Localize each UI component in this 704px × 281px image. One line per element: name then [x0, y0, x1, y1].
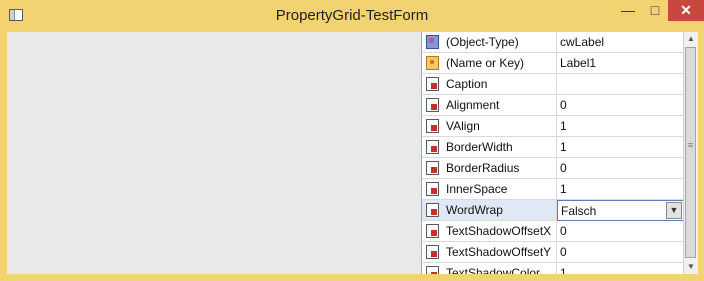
dropdown-arrow-icon[interactable]: ▼: [666, 202, 682, 219]
key-icon: [426, 56, 439, 70]
maximize-button[interactable]: □: [642, 0, 668, 21]
property-name: (Name or Key): [446, 56, 525, 70]
scroll-down-icon[interactable]: ▼: [684, 260, 698, 274]
property-value-cell[interactable]: 0: [557, 95, 684, 116]
property-icon: [426, 98, 439, 112]
property-icon: [426, 266, 439, 274]
property-icon: [426, 203, 439, 217]
property-row-textshadowcolor[interactable]: TextShadowColor 1: [422, 263, 684, 274]
property-icon: [426, 119, 439, 133]
property-row-object-type[interactable]: (Object-Type) cwLabel: [422, 32, 684, 53]
window-bottom-border: [0, 274, 704, 281]
property-row-alignment[interactable]: Alignment 0: [422, 95, 684, 116]
property-value: 0: [560, 224, 567, 238]
object-type-icon: [426, 35, 439, 49]
scroll-up-icon[interactable]: ▲: [684, 32, 698, 46]
property-icon: [426, 182, 439, 196]
property-value-cell[interactable]: Label1: [557, 53, 684, 74]
property-value: 1: [560, 182, 567, 196]
property-value-cell[interactable]: 1: [557, 179, 684, 200]
property-value-cell[interactable]: 0: [557, 242, 684, 263]
scrollbar-thumb[interactable]: ≡: [685, 47, 696, 258]
property-value-cell[interactable]: 1: [557, 116, 684, 137]
property-icon: [426, 161, 439, 175]
property-row-caption[interactable]: Caption: [422, 74, 684, 95]
property-value: 1: [560, 119, 567, 133]
property-value: 1: [560, 140, 567, 154]
property-name: TextShadowOffsetY: [446, 245, 552, 259]
property-icon: [426, 245, 439, 259]
title-bar[interactable]: PropertyGrid-TestForm — □ ✕: [0, 0, 704, 32]
property-icon: [426, 140, 439, 154]
property-row-innerspace[interactable]: InnerSpace 1: [422, 179, 684, 200]
property-value-cell[interactable]: [557, 74, 684, 95]
property-icon: [426, 224, 439, 238]
property-row-textshadowoffsety[interactable]: TextShadowOffsetY 0: [422, 242, 684, 263]
property-value-cell[interactable]: 1: [557, 137, 684, 158]
property-name: BorderRadius: [446, 161, 520, 175]
property-name: Caption: [446, 77, 488, 91]
property-value: 0: [560, 245, 567, 259]
property-icon: [426, 77, 439, 91]
property-value: cwLabel: [560, 35, 605, 49]
form-client-area: (Object-Type) cwLabel (Name or Key) Labe…: [7, 32, 698, 274]
property-value-cell[interactable]: 1: [557, 263, 684, 274]
property-name: VAlign: [446, 119, 480, 133]
property-name: TextShadowColor: [446, 266, 541, 274]
window-title: PropertyGrid-TestForm: [275, 7, 429, 24]
property-value: Falsch: [561, 204, 597, 218]
property-name: TextShadowOffsetX: [446, 224, 552, 238]
property-row-wordwrap[interactable]: WordWrap Falsch ▼: [422, 200, 684, 221]
property-row-name-or-key[interactable]: (Name or Key) Label1: [422, 53, 684, 74]
property-grid[interactable]: (Object-Type) cwLabel (Name or Key) Labe…: [421, 32, 684, 274]
close-button[interactable]: ✕: [668, 0, 704, 21]
property-value-cell[interactable]: 0: [557, 221, 684, 242]
property-row-borderradius[interactable]: BorderRadius 0: [422, 158, 684, 179]
property-name: BorderWidth: [446, 140, 513, 154]
property-value-cell[interactable]: 0: [557, 158, 684, 179]
property-row-borderwidth[interactable]: BorderWidth 1: [422, 137, 684, 158]
property-value-cell[interactable]: cwLabel: [557, 32, 684, 53]
vertical-scrollbar[interactable]: ▲ ≡ ▼: [683, 32, 698, 274]
property-value: 0: [560, 161, 567, 175]
property-name: (Object-Type): [446, 35, 519, 49]
property-name: WordWrap: [446, 203, 503, 217]
wordwrap-dropdown[interactable]: Falsch ▼: [557, 200, 684, 221]
property-value: 1: [560, 266, 567, 274]
property-name: Alignment: [446, 98, 500, 112]
property-row-textshadowoffsetx[interactable]: TextShadowOffsetX 0: [422, 221, 684, 242]
minimize-button[interactable]: —: [614, 0, 642, 21]
property-name: InnerSpace: [446, 182, 508, 196]
property-row-valign[interactable]: VAlign 1: [422, 116, 684, 137]
property-value: Label1: [560, 56, 597, 70]
property-value: 0: [560, 98, 567, 112]
